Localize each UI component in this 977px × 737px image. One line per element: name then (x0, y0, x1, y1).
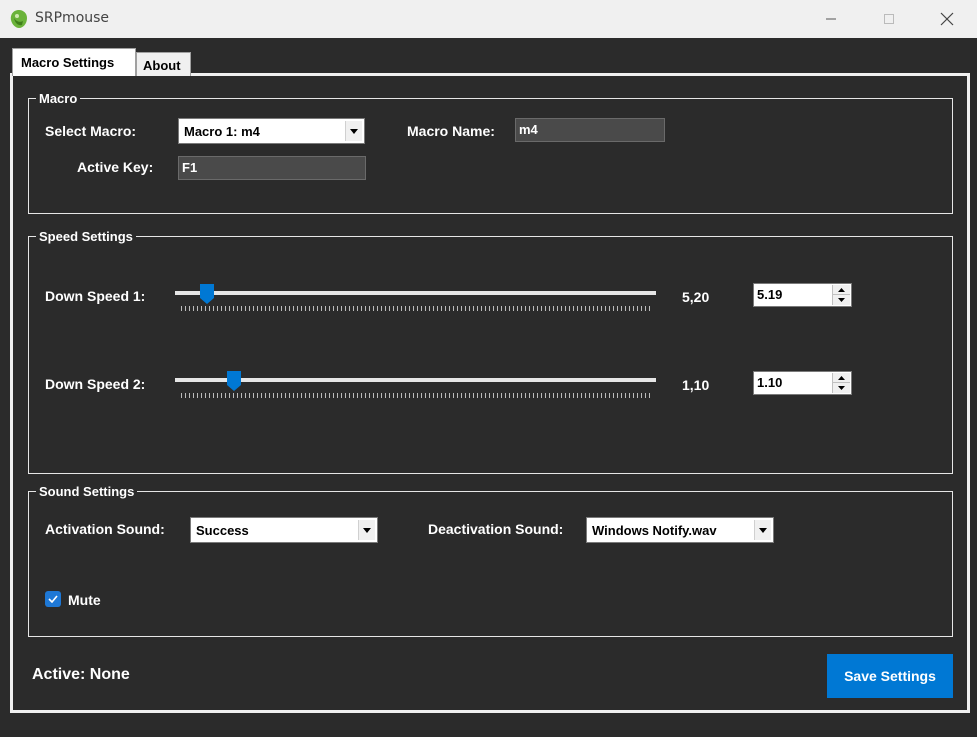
slider-ticks (181, 393, 650, 398)
deactivation-sound-label: Deactivation Sound: (428, 521, 564, 537)
macro-name-value: m4 (519, 122, 538, 137)
activation-sound-value: Success (196, 523, 249, 538)
slider-ticks (181, 306, 650, 311)
sound-group-title: Sound Settings (36, 484, 138, 499)
checkmark-icon (48, 595, 58, 603)
down-speed-2-spinbox[interactable]: 1.10 (753, 371, 852, 395)
mute-checkbox[interactable] (45, 591, 61, 607)
tab-about[interactable]: About (136, 52, 191, 76)
close-button[interactable] (918, 0, 976, 38)
macro-name-label: Macro Name: (407, 123, 495, 139)
sound-group: Sound Settings (28, 484, 953, 637)
down-speed-1-label: Down Speed 1: (45, 288, 146, 304)
select-macro-label: Select Macro: (45, 123, 137, 139)
deactivation-sound-value: Windows Notify.wav (592, 523, 717, 538)
down-speed-1-value: 5,20 (682, 289, 710, 305)
spin-buttons (832, 373, 850, 393)
macro-group-title: Macro (36, 91, 81, 106)
app-icon (10, 10, 27, 28)
spin-down-icon[interactable] (833, 383, 850, 393)
slider-track (175, 378, 656, 382)
down-speed-2-input-value: 1.10 (757, 375, 783, 390)
select-macro-dropdown[interactable]: Macro 1: m4 (178, 118, 365, 144)
active-key-label: Active Key: (77, 159, 154, 175)
active-key-input[interactable]: F1 (178, 156, 366, 180)
dropdown-arrow-icon (345, 121, 362, 141)
slider-thumb[interactable] (200, 284, 215, 304)
close-icon (940, 12, 954, 26)
save-settings-button[interactable]: Save Settings (827, 654, 953, 698)
deactivation-sound-dropdown[interactable]: Windows Notify.wav (586, 517, 774, 543)
macro-name-input[interactable]: m4 (515, 118, 665, 142)
tab-macro-settings[interactable]: Macro Settings (12, 48, 136, 76)
down-speed-2-slider[interactable] (175, 371, 656, 401)
window-title: SRPmouse (35, 10, 110, 26)
title-bar: SRPmouse (0, 0, 977, 38)
slider-thumb[interactable] (226, 371, 241, 391)
dropdown-arrow-icon (754, 520, 771, 540)
minimize-button[interactable] (802, 0, 860, 38)
spin-buttons (832, 285, 850, 305)
down-speed-2-value: 1,10 (682, 377, 710, 393)
activation-sound-dropdown[interactable]: Success (190, 517, 378, 543)
slider-track (175, 291, 656, 295)
spin-up-icon[interactable] (833, 373, 850, 383)
spin-down-icon[interactable] (833, 295, 850, 305)
macro-group: Macro (28, 91, 953, 214)
active-key-value: F1 (182, 160, 198, 175)
minimize-icon (826, 18, 836, 20)
mute-label[interactable]: Mute (68, 592, 101, 608)
down-speed-1-slider[interactable] (175, 284, 656, 314)
speed-group: Speed Settings (28, 229, 953, 474)
down-speed-1-input-value: 5.19 (757, 287, 783, 302)
activation-sound-label: Activation Sound: (45, 521, 165, 537)
dropdown-arrow-icon (358, 520, 375, 540)
active-status: Active: None (32, 666, 130, 683)
speed-group-title: Speed Settings (36, 229, 136, 244)
maximize-button[interactable] (860, 0, 918, 38)
maximize-icon (884, 14, 894, 24)
select-macro-value: Macro 1: m4 (184, 124, 260, 139)
spin-up-icon[interactable] (833, 285, 850, 295)
down-speed-2-label: Down Speed 2: (45, 376, 146, 392)
down-speed-1-spinbox[interactable]: 5.19 (753, 283, 852, 307)
